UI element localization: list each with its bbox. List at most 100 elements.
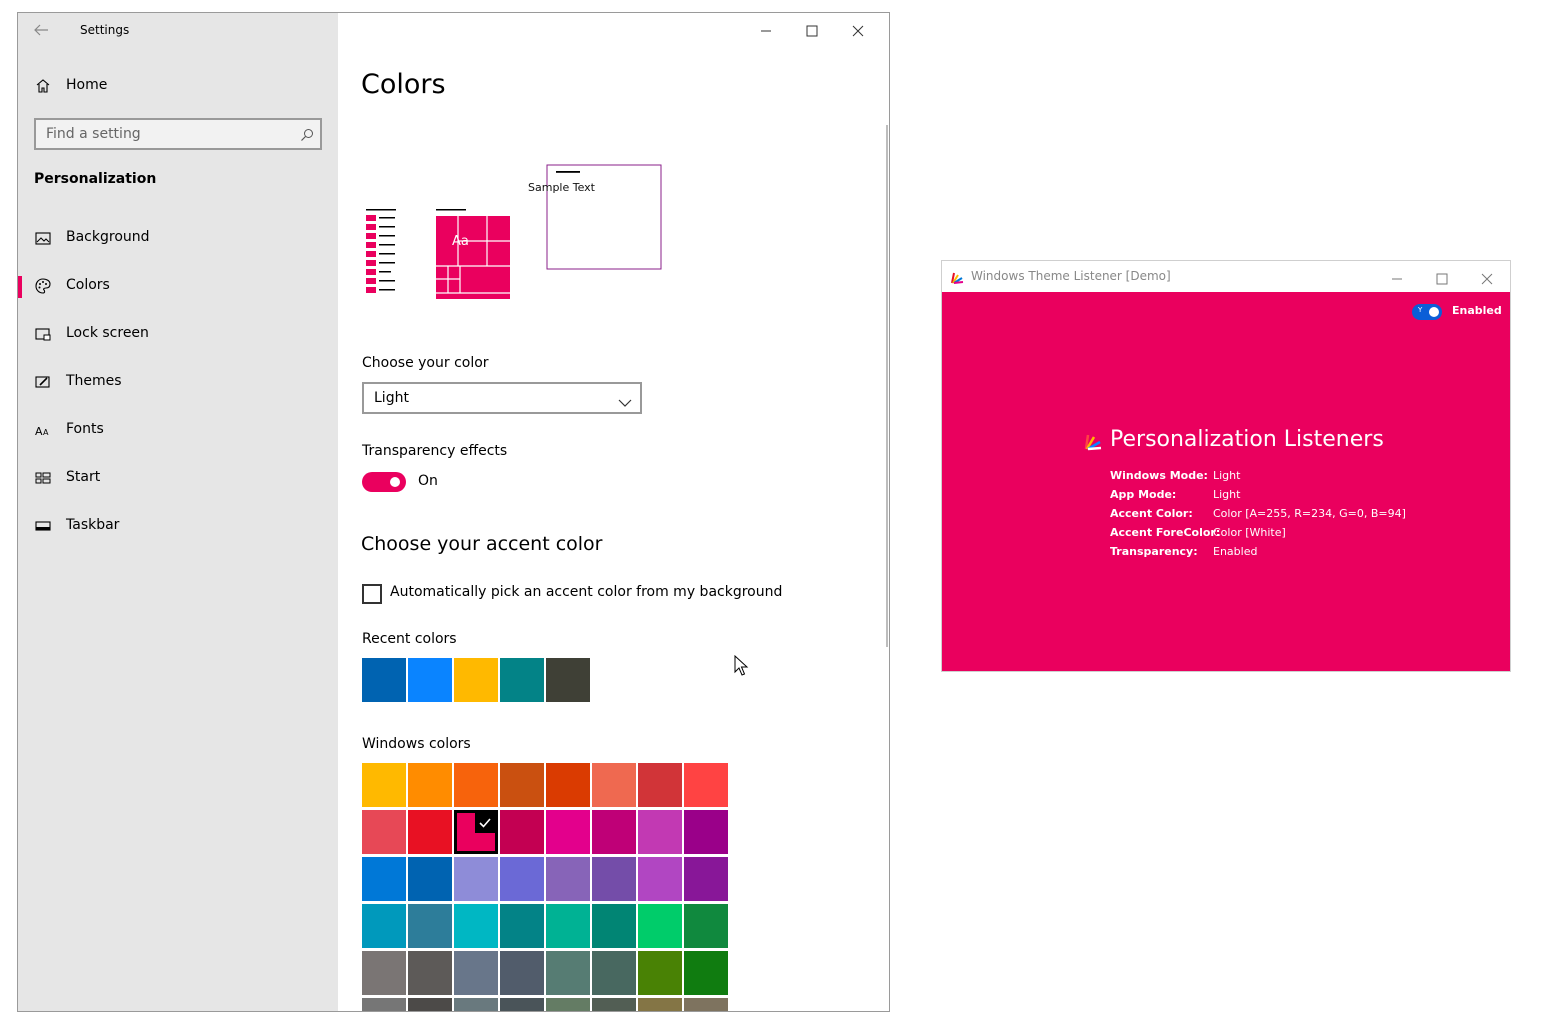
windows-color-swatch[interactable] bbox=[684, 763, 728, 807]
windows-color-swatch[interactable] bbox=[592, 951, 636, 995]
windows-color-swatch[interactable] bbox=[546, 763, 590, 807]
windows-color-swatch[interactable] bbox=[592, 904, 636, 948]
back-arrow-icon[interactable] bbox=[32, 21, 50, 39]
windows-color-swatch[interactable] bbox=[638, 904, 682, 948]
recent-color-swatch[interactable] bbox=[408, 658, 452, 702]
windows-color-swatch[interactable] bbox=[408, 857, 452, 901]
prop-value: Color [A=255, R=234, G=0, B=94] bbox=[1213, 507, 1406, 520]
home-icon bbox=[34, 77, 52, 95]
windows-color-swatch[interactable] bbox=[500, 904, 544, 948]
auto-pick-label[interactable]: Automatically pick an accent color from … bbox=[390, 584, 782, 600]
windows-color-swatch[interactable] bbox=[454, 904, 498, 948]
windows-color-swatch[interactable] bbox=[500, 763, 544, 807]
windows-color-swatch[interactable] bbox=[454, 951, 498, 995]
chevron-down-icon bbox=[618, 393, 632, 407]
app-logo-icon bbox=[950, 269, 964, 284]
windows-color-swatch[interactable] bbox=[638, 951, 682, 995]
sidebar-item-label: Colors bbox=[66, 277, 110, 293]
windows-color-swatch[interactable] bbox=[546, 810, 590, 854]
windows-color-swatch[interactable] bbox=[684, 857, 728, 901]
windows-color-swatch[interactable] bbox=[408, 998, 452, 1011]
sidebar-item-start[interactable]: Start bbox=[18, 460, 338, 496]
auto-pick-checkbox[interactable] bbox=[362, 584, 382, 604]
windows-color-swatch[interactable] bbox=[362, 857, 406, 901]
scrollbar[interactable] bbox=[886, 125, 888, 647]
windows-color-swatch[interactable] bbox=[592, 810, 636, 854]
maximize-icon[interactable] bbox=[1436, 270, 1448, 285]
windows-color-swatch[interactable] bbox=[362, 763, 406, 807]
page-title: Colors bbox=[361, 69, 446, 100]
sidebar-item-themes[interactable]: Themes bbox=[18, 364, 338, 400]
windows-color-swatch[interactable] bbox=[408, 904, 452, 948]
windows-color-swatch[interactable] bbox=[500, 857, 544, 901]
transparency-toggle[interactable] bbox=[362, 472, 406, 492]
recent-color-swatch[interactable] bbox=[546, 658, 590, 702]
sidebar-item-label: Background bbox=[66, 229, 150, 245]
windows-color-swatch[interactable] bbox=[454, 998, 498, 1011]
picture-icon bbox=[34, 229, 52, 247]
app-title: Settings bbox=[80, 23, 130, 37]
preview-sample-text: Sample Text bbox=[528, 181, 595, 194]
windows-color-swatch[interactable] bbox=[638, 857, 682, 901]
windows-color-swatch[interactable] bbox=[408, 810, 452, 854]
start-icon bbox=[34, 469, 52, 487]
maximize-icon[interactable] bbox=[805, 23, 819, 37]
windows-color-swatch[interactable] bbox=[408, 951, 452, 995]
windows-color-swatch[interactable] bbox=[500, 951, 544, 995]
windows-color-swatch[interactable] bbox=[454, 857, 498, 901]
enabled-toggle[interactable]: Y bbox=[1412, 304, 1442, 320]
windows-color-swatch[interactable] bbox=[546, 904, 590, 948]
recent-color-swatch[interactable] bbox=[362, 658, 406, 702]
selection-indicator bbox=[18, 276, 22, 298]
windows-color-swatch[interactable] bbox=[546, 951, 590, 995]
sidebar-item-label: Lock screen bbox=[66, 325, 149, 341]
nav-home[interactable]: Home bbox=[18, 73, 338, 101]
windows-color-swatch[interactable] bbox=[408, 763, 452, 807]
windows-color-swatch[interactable] bbox=[362, 810, 406, 854]
sidebar-item-label: Start bbox=[66, 469, 101, 485]
windows-color-swatch[interactable] bbox=[638, 998, 682, 1011]
windows-color-swatch[interactable] bbox=[684, 951, 728, 995]
preview-tile-text: Aa bbox=[452, 234, 469, 249]
close-icon[interactable] bbox=[1481, 270, 1493, 285]
recent-color-swatch[interactable] bbox=[500, 658, 544, 702]
close-icon[interactable] bbox=[851, 23, 865, 37]
nav-home-label: Home bbox=[66, 77, 108, 93]
windows-color-swatch[interactable] bbox=[638, 810, 682, 854]
windows-color-swatch[interactable] bbox=[500, 810, 544, 854]
sidebar-item-colors[interactable]: Colors bbox=[18, 268, 338, 304]
windows-color-swatch[interactable] bbox=[362, 951, 406, 995]
windows-color-swatch[interactable] bbox=[362, 904, 406, 948]
windows-color-swatch[interactable] bbox=[592, 763, 636, 807]
settings-window: Settings Home Find a setting Personaliza… bbox=[17, 12, 890, 1012]
sidebar-item-taskbar[interactable]: Taskbar bbox=[18, 508, 338, 544]
windows-color-swatch[interactable] bbox=[546, 998, 590, 1011]
windows-color-swatch[interactable] bbox=[592, 857, 636, 901]
windows-color-swatch[interactable] bbox=[454, 763, 498, 807]
prop-key: Accent ForeColor: bbox=[1110, 526, 1221, 539]
windows-color-swatch[interactable] bbox=[684, 904, 728, 948]
windows-color-swatch[interactable] bbox=[638, 763, 682, 807]
windows-color-swatch[interactable] bbox=[362, 998, 406, 1011]
windows-color-swatch[interactable] bbox=[684, 810, 728, 854]
sidebar-item-fonts[interactable]: AA Fonts bbox=[18, 412, 338, 448]
search-input[interactable]: Find a setting bbox=[34, 118, 322, 150]
minimize-icon[interactable] bbox=[759, 23, 773, 37]
windows-color-swatch[interactable] bbox=[500, 998, 544, 1011]
sidebar-item-lock-screen[interactable]: Lock screen bbox=[18, 316, 338, 352]
minimize-icon[interactable] bbox=[1391, 270, 1403, 282]
search-icon[interactable] bbox=[300, 127, 314, 141]
sidebar-item-background[interactable]: Background bbox=[18, 220, 338, 256]
prop-key: App Mode: bbox=[1110, 488, 1177, 501]
windows-color-swatch[interactable] bbox=[454, 810, 498, 854]
transparency-label: Transparency effects bbox=[362, 443, 508, 459]
windows-color-swatch[interactable] bbox=[546, 857, 590, 901]
lock-screen-icon bbox=[34, 325, 52, 343]
recent-color-swatch[interactable] bbox=[454, 658, 498, 702]
choose-color-dropdown[interactable]: Light bbox=[362, 382, 642, 414]
toggle-knob bbox=[1429, 307, 1439, 317]
windows-color-swatch[interactable] bbox=[592, 998, 636, 1011]
accent-heading: Choose your accent color bbox=[361, 533, 603, 555]
windows-color-swatch[interactable] bbox=[684, 998, 728, 1011]
enabled-label: Enabled bbox=[1452, 304, 1502, 317]
